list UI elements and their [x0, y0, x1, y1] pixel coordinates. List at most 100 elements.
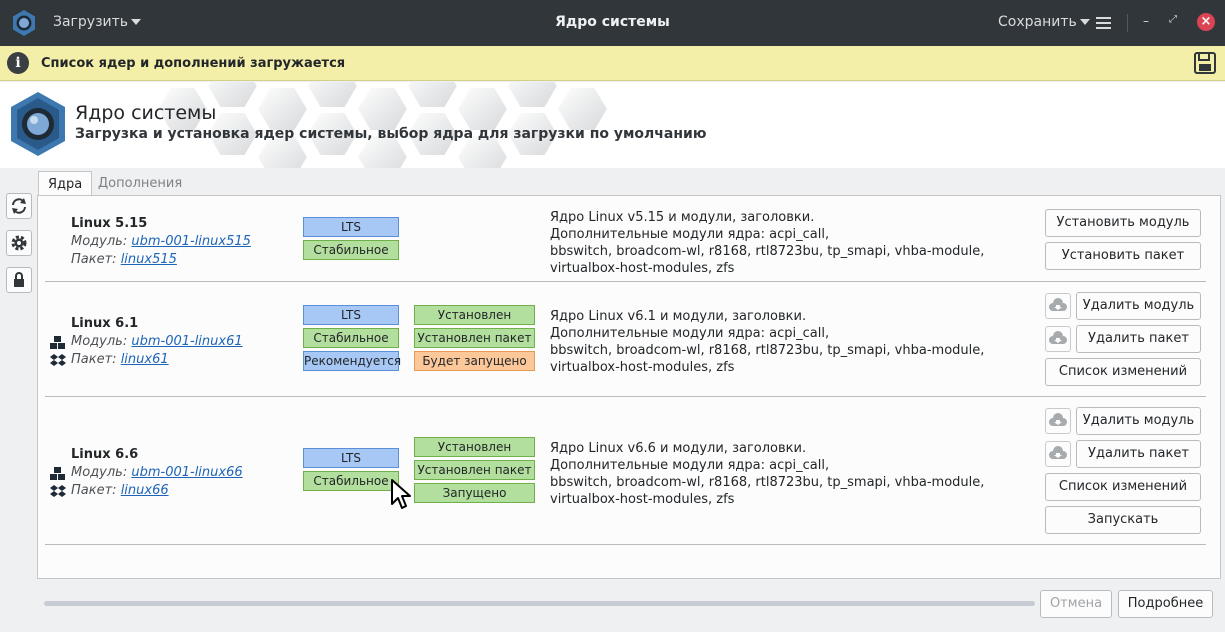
kernel-description: Ядро Linux v6.1 и модули, заголовки. Доп… [550, 308, 984, 376]
status-module-installed: Установлен модуль [414, 437, 535, 472]
maximize-icon[interactable]: ⤢ [1167, 14, 1179, 32]
cloud-download-icon [1049, 446, 1067, 459]
row-divider [45, 396, 1206, 397]
module-link[interactable]: ubm-001-linux61 [131, 334, 242, 349]
save-disk-icon[interactable] [1193, 51, 1217, 75]
module-prefix: Модуль: [71, 465, 128, 480]
boot-button[interactable]: Запускать [1045, 506, 1201, 534]
package-prefix: Пакет: [71, 252, 117, 267]
title-bar: Загрузить Ядро системы Сохранить – ⤢ × [0, 0, 1225, 46]
module-cubes-icon [50, 467, 65, 480]
cancel-button[interactable]: Отмена [1040, 590, 1112, 618]
remove-package-button[interactable]: Удалить пакет [1076, 325, 1201, 353]
kernel-module-line: Модуль: ubm-001-linux515 [71, 234, 251, 249]
description-line: Дополнительные модули ядра: acpi_call, [550, 227, 830, 242]
cloud-download-button[interactable] [1045, 441, 1071, 467]
titlebar-divider [1127, 14, 1128, 32]
description-line: bbswitch, broadcom-wl, r8168, rtl8723bu,… [550, 475, 985, 490]
cloud-download-icon [1049, 298, 1067, 311]
badge-lts: LTS [303, 305, 399, 325]
description-line: Ядро Linux v6.1 и модули, заголовки. [550, 309, 807, 324]
refresh-icon [12, 198, 26, 214]
kernel-description: Ядро Linux v6.6 и модули, заголовки. Доп… [550, 440, 984, 508]
kernel-package-line: Пакет: linux515 [71, 252, 177, 267]
package-link[interactable]: linux66 [121, 483, 169, 498]
description-line: Ядро Linux v5.15 и модули, заголовки. [550, 210, 815, 225]
refresh-button[interactable] [6, 193, 32, 219]
lock-icon [14, 272, 24, 287]
install-package-button[interactable]: Установить пакет [1045, 242, 1201, 270]
module-link[interactable]: ubm-001-linux66 [131, 465, 242, 480]
module-prefix: Модуль: [71, 334, 128, 349]
changelog-button[interactable]: Список изменений [1045, 358, 1201, 386]
row-divider [45, 544, 1206, 545]
package-dropbox-icon [50, 485, 66, 497]
tab-kernels[interactable]: Ядра [38, 171, 93, 196]
save-menu[interactable]: Сохранить [998, 14, 1090, 30]
page-title: Ядро системы [75, 102, 217, 124]
module-cubes-icon [50, 336, 65, 349]
status-package-installed: Установлен пакет [414, 328, 535, 348]
badge-lts: LTS [303, 217, 399, 237]
status-package-installed: Установлен пакет [414, 460, 535, 480]
lock-button[interactable] [6, 267, 32, 293]
header-banner: Ядро системы Загрузка и установка ядер с… [0, 82, 1225, 168]
kernel-module-line: Модуль: ubm-001-linux61 [71, 334, 243, 349]
hamburger-menu-icon[interactable] [1096, 17, 1111, 29]
mouse-cursor-icon [391, 479, 411, 509]
kernel-name: Linux 5.15 [71, 216, 148, 231]
module-prefix: Модуль: [71, 234, 128, 249]
package-prefix: Пакет: [71, 483, 117, 498]
kernel-description: Ядро Linux v5.15 и модули, заголовки. До… [550, 209, 984, 277]
package-prefix: Пакет: [71, 352, 117, 367]
tab-extensions[interactable]: Дополнения [89, 171, 191, 196]
kernel-package-line: Пакет: linux66 [71, 483, 169, 498]
gear-icon [11, 235, 27, 251]
kernel-name: Linux 6.1 [71, 316, 139, 331]
minimize-icon[interactable]: – [1140, 14, 1152, 32]
kernel-name: Linux 6.6 [71, 447, 139, 462]
package-link[interactable]: linux515 [121, 252, 177, 267]
cloud-download-button[interactable] [1045, 408, 1071, 434]
package-dropbox-icon [50, 354, 66, 366]
info-message: Список ядер и дополнений загружается [41, 56, 346, 71]
remove-module-button[interactable]: Удалить модуль [1076, 407, 1201, 435]
cloud-download-icon [1049, 331, 1067, 344]
status-module-installed: Установлен модуль [414, 305, 535, 340]
details-button[interactable]: Подробнее [1118, 590, 1213, 618]
kernel-module-line: Модуль: ubm-001-linux66 [71, 465, 243, 480]
row-divider [45, 281, 1206, 282]
remove-module-button[interactable]: Удалить модуль [1076, 292, 1201, 320]
badge-stable: Стабильное [303, 240, 399, 260]
package-link[interactable]: linux61 [121, 352, 169, 367]
close-icon[interactable]: × [1197, 13, 1215, 31]
cloud-download-icon [1049, 413, 1067, 426]
description-line: virtualbox-host-modules, zfs [550, 360, 735, 375]
info-bar: i Список ядер и дополнений загружается [0, 46, 1225, 81]
remove-package-button[interactable]: Удалить пакет [1076, 440, 1201, 468]
loading-progress-bar [44, 601, 1035, 606]
install-module-button[interactable]: Установить модуль [1045, 209, 1201, 237]
description-line: Дополнительные модули ядра: acpi_call, [550, 458, 830, 473]
page-subtitle: Загрузка и установка ядер системы, выбор… [75, 126, 707, 142]
description-line: virtualbox-host-modules, zfs [550, 261, 735, 276]
description-line: bbswitch, broadcom-wl, r8168, rtl8723bu,… [550, 244, 985, 259]
description-line: Дополнительные модули ядра: acpi_call, [550, 326, 830, 341]
save-menu-label: Сохранить [998, 14, 1077, 30]
kernel-gear-logo-icon [11, 92, 65, 156]
badge-stable: Стабильное [303, 471, 399, 491]
cloud-download-button[interactable] [1045, 293, 1071, 319]
badge-stable: Стабильное [303, 328, 399, 348]
module-link[interactable]: ubm-001-linux515 [131, 234, 251, 249]
settings-button[interactable] [6, 230, 32, 256]
status-running: Запущено [414, 483, 535, 503]
description-line: virtualbox-host-modules, zfs [550, 492, 735, 507]
kernel-package-line: Пакет: linux61 [71, 352, 169, 367]
status-will-boot: Будет запущено [414, 351, 535, 371]
badge-lts: LTS [303, 448, 399, 468]
cloud-download-button[interactable] [1045, 326, 1071, 352]
badge-recommended: Рекомендуется [303, 351, 401, 371]
info-icon: i [7, 52, 29, 74]
changelog-button[interactable]: Список изменений [1045, 473, 1201, 501]
description-line: bbswitch, broadcom-wl, r8168, rtl8723bu,… [550, 343, 985, 358]
